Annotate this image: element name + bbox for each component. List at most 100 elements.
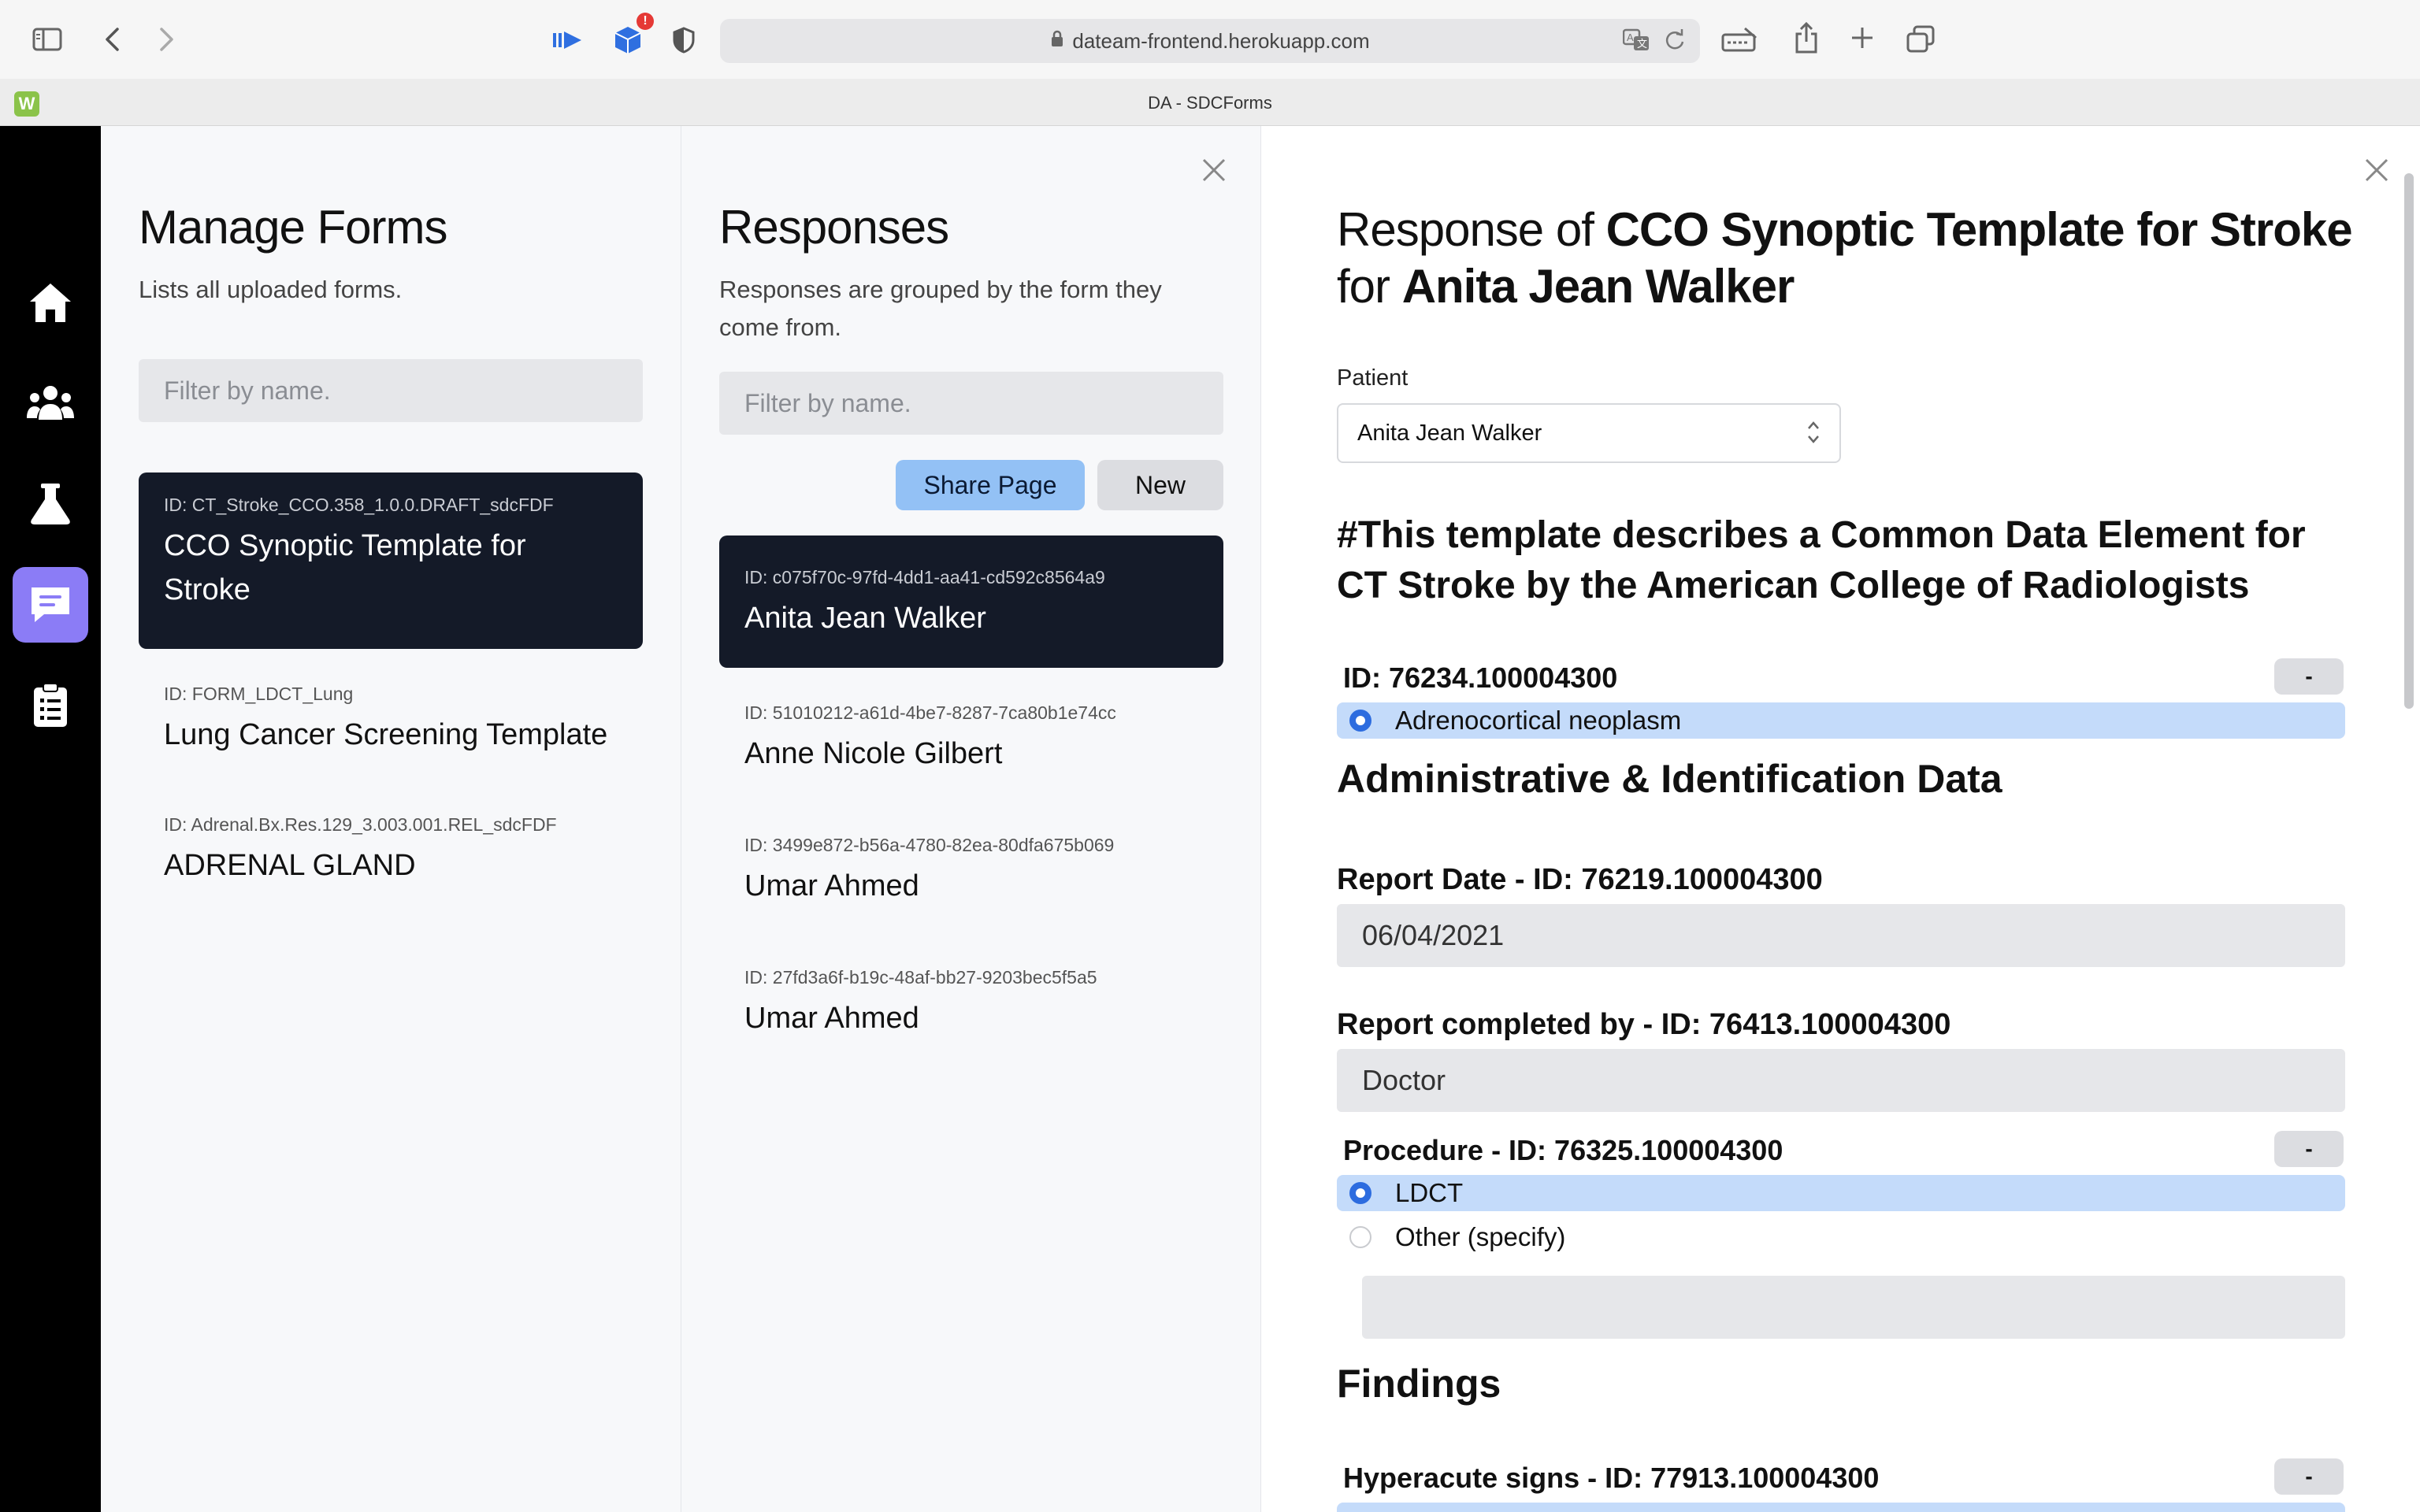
option-label: Other (specify): [1395, 1222, 1566, 1251]
collapse-button[interactable]: -: [2274, 1131, 2344, 1167]
response-patient: Anne Nicole Gilbert: [744, 737, 1003, 770]
media-extension-icon[interactable]: [551, 27, 583, 54]
forms-filter-input[interactable]: [139, 359, 643, 422]
form-card[interactable]: ID: CT_Stroke_CCO.358_1.0.0.DRAFT_sdcFDF…: [139, 472, 643, 649]
procedure-label: Procedure - ID: 76325.100004300: [1343, 1134, 1783, 1166]
hyperacute-label: Hyperacute signs - ID: 77913.100004300: [1343, 1462, 1880, 1494]
form-id: ID: FORM_LDCT_Lung: [164, 684, 354, 704]
responses-panel: Responses Responses are grouped by the f…: [681, 126, 1260, 1512]
response-card[interactable]: ID: 3499e872-b56a-4780-82ea-80dfa675b069…: [719, 813, 1223, 931]
template-description: #This template describes a Common Data E…: [1337, 514, 2306, 606]
tab-overview-icon[interactable]: [1905, 24, 1936, 55]
response-patient: Umar Ahmed: [744, 1002, 919, 1035]
collapse-button[interactable]: -: [2274, 658, 2344, 695]
option-row[interactable]: Adrenocortical neoplasm: [1337, 702, 2345, 739]
password-extension-icon[interactable]: [1720, 25, 1758, 54]
response-id: ID: 27fd3a6f-b19c-48af-bb27-9203bec5f5a5: [744, 967, 1097, 988]
translate-icon[interactable]: A文: [1622, 28, 1650, 57]
detail-scrollbar[interactable]: [2404, 173, 2414, 709]
form-card[interactable]: ID: FORM_LDCT_Lung Lung Cancer Screening…: [139, 662, 643, 780]
patient-label: Patient: [1337, 365, 1409, 391]
forms-subtitle: Lists all uploaded forms.: [139, 276, 403, 303]
users-icon: [27, 386, 74, 420]
report-by-label: Report completed by - ID: 76413.10000430…: [1337, 1008, 1951, 1041]
new-tab-icon[interactable]: [1848, 24, 1876, 52]
title-for: for: [1337, 260, 1402, 313]
detail-title: Response of CCO Synoptic Template for St…: [1337, 202, 2361, 315]
nav-forms[interactable]: [13, 567, 88, 643]
address-bar[interactable]: dateam-frontend.herokuapp.com A文: [720, 19, 1700, 63]
option-label: Adrenocortical neoplasm: [1395, 706, 1682, 735]
extension-badge: !: [637, 13, 654, 30]
nav-patients[interactable]: [13, 365, 88, 441]
app: Manage Forms Lists all uploaded forms. I…: [0, 126, 2420, 1512]
nav-home[interactable]: [13, 265, 88, 340]
findings-heading: Findings: [1337, 1362, 1501, 1406]
report-date-label: Report Date - ID: 76219.100004300: [1337, 863, 1823, 896]
close-detail-icon[interactable]: [2361, 154, 2392, 186]
radio-selected[interactable]: [1349, 710, 1371, 732]
title-patient-name: Anita Jean Walker: [1401, 260, 1795, 313]
radio-unselected[interactable]: [1349, 1226, 1371, 1248]
new-response-button[interactable]: New: [1097, 460, 1223, 510]
close-responses-icon[interactable]: [1198, 154, 1230, 186]
title-form-name: CCO Synoptic Template for Stroke: [1605, 203, 2353, 256]
home-icon: [30, 284, 71, 322]
response-patient: Umar Ahmed: [744, 869, 919, 902]
form-card[interactable]: ID: Adrenal.Bx.Res.129_3.003.001.REL_sdc…: [139, 792, 643, 910]
response-patient: Anita Jean Walker: [744, 602, 986, 635]
flask-icon: [31, 484, 70, 524]
back-icon[interactable]: [98, 25, 126, 54]
manage-forms-panel: Manage Forms Lists all uploaded forms. I…: [101, 126, 681, 1512]
response-detail-panel: Response of CCO Synoptic Template for St…: [1260, 126, 2420, 1512]
form-name: ADRENAL GLAND: [164, 849, 416, 882]
response-id: ID: 3499e872-b56a-4780-82ea-80dfa675b069: [744, 835, 1115, 855]
responses-subtitle: Responses are grouped by the form they c…: [719, 276, 1162, 341]
reload-icon[interactable]: [1664, 28, 1686, 57]
option-row[interactable]: [1337, 1503, 2345, 1512]
responses-title: Responses: [719, 201, 949, 254]
tab-title[interactable]: DA - SDCForms: [0, 93, 2420, 113]
shield-icon[interactable]: [670, 25, 698, 55]
title-prefix: Response of: [1337, 203, 1606, 256]
nav-tasks[interactable]: [13, 668, 88, 743]
report-date-field[interactable]: 06/04/2021: [1337, 904, 2345, 967]
report-by-field[interactable]: Doctor: [1337, 1049, 2345, 1112]
select-chevron-icon: [1806, 419, 1821, 447]
form-name: Lung Cancer Screening Template: [164, 718, 608, 751]
response-id: ID: 51010212-a61d-4be7-8287-7ca80b1e74cc: [744, 702, 1116, 723]
share-icon[interactable]: [1791, 20, 1821, 55]
forms-chat-icon: [32, 587, 69, 622]
lock-icon: [1050, 30, 1064, 52]
svg-text:A: A: [1627, 32, 1634, 43]
patient-select-value: Anita Jean Walker: [1357, 420, 1542, 446]
cube-extension-icon[interactable]: [611, 24, 644, 57]
left-nav: [0, 126, 101, 1512]
svg-text:文: 文: [1637, 38, 1647, 50]
radio-selected[interactable]: [1349, 1182, 1371, 1204]
option-row[interactable]: Other (specify): [1337, 1219, 2345, 1255]
clipboard-icon: [34, 683, 67, 727]
option-row[interactable]: LDCT: [1337, 1175, 2345, 1211]
response-card[interactable]: ID: 27fd3a6f-b19c-48af-bb27-9203bec5f5a5…: [719, 945, 1223, 1063]
response-id: ID: c075f70c-97fd-4dd1-aa41-cd592c8564a9: [744, 567, 1105, 587]
patient-select[interactable]: Anita Jean Walker: [1337, 403, 1841, 463]
forward-icon[interactable]: [153, 25, 181, 54]
response-card[interactable]: ID: c075f70c-97fd-4dd1-aa41-cd592c8564a9…: [719, 536, 1223, 668]
question-label: ID: 76234.100004300: [1343, 662, 1618, 694]
forms-title: Manage Forms: [139, 201, 447, 254]
admin-section-heading: Administrative & Identification Data: [1337, 757, 2002, 801]
sidebar-toggle-icon[interactable]: [32, 27, 63, 52]
form-id: ID: Adrenal.Bx.Res.129_3.003.001.REL_sdc…: [164, 814, 557, 835]
responses-filter-input[interactable]: [719, 372, 1223, 435]
nav-lab[interactable]: [13, 466, 88, 542]
collapse-button[interactable]: -: [2274, 1458, 2344, 1495]
response-card[interactable]: ID: 51010212-a61d-4be7-8287-7ca80b1e74cc…: [719, 680, 1223, 799]
form-id: ID: CT_Stroke_CCO.358_1.0.0.DRAFT_sdcFDF: [164, 495, 554, 515]
other-specify-field[interactable]: [1362, 1276, 2345, 1339]
form-name: CCO Synoptic Template for Stroke: [164, 529, 526, 606]
browser-toolbar: ! dateam-frontend.herokuapp.com A文: [0, 0, 2420, 79]
url-text: dateam-frontend.herokuapp.com: [1072, 28, 1370, 53]
option-label: LDCT: [1395, 1178, 1464, 1207]
share-page-button[interactable]: Share Page: [896, 460, 1085, 510]
